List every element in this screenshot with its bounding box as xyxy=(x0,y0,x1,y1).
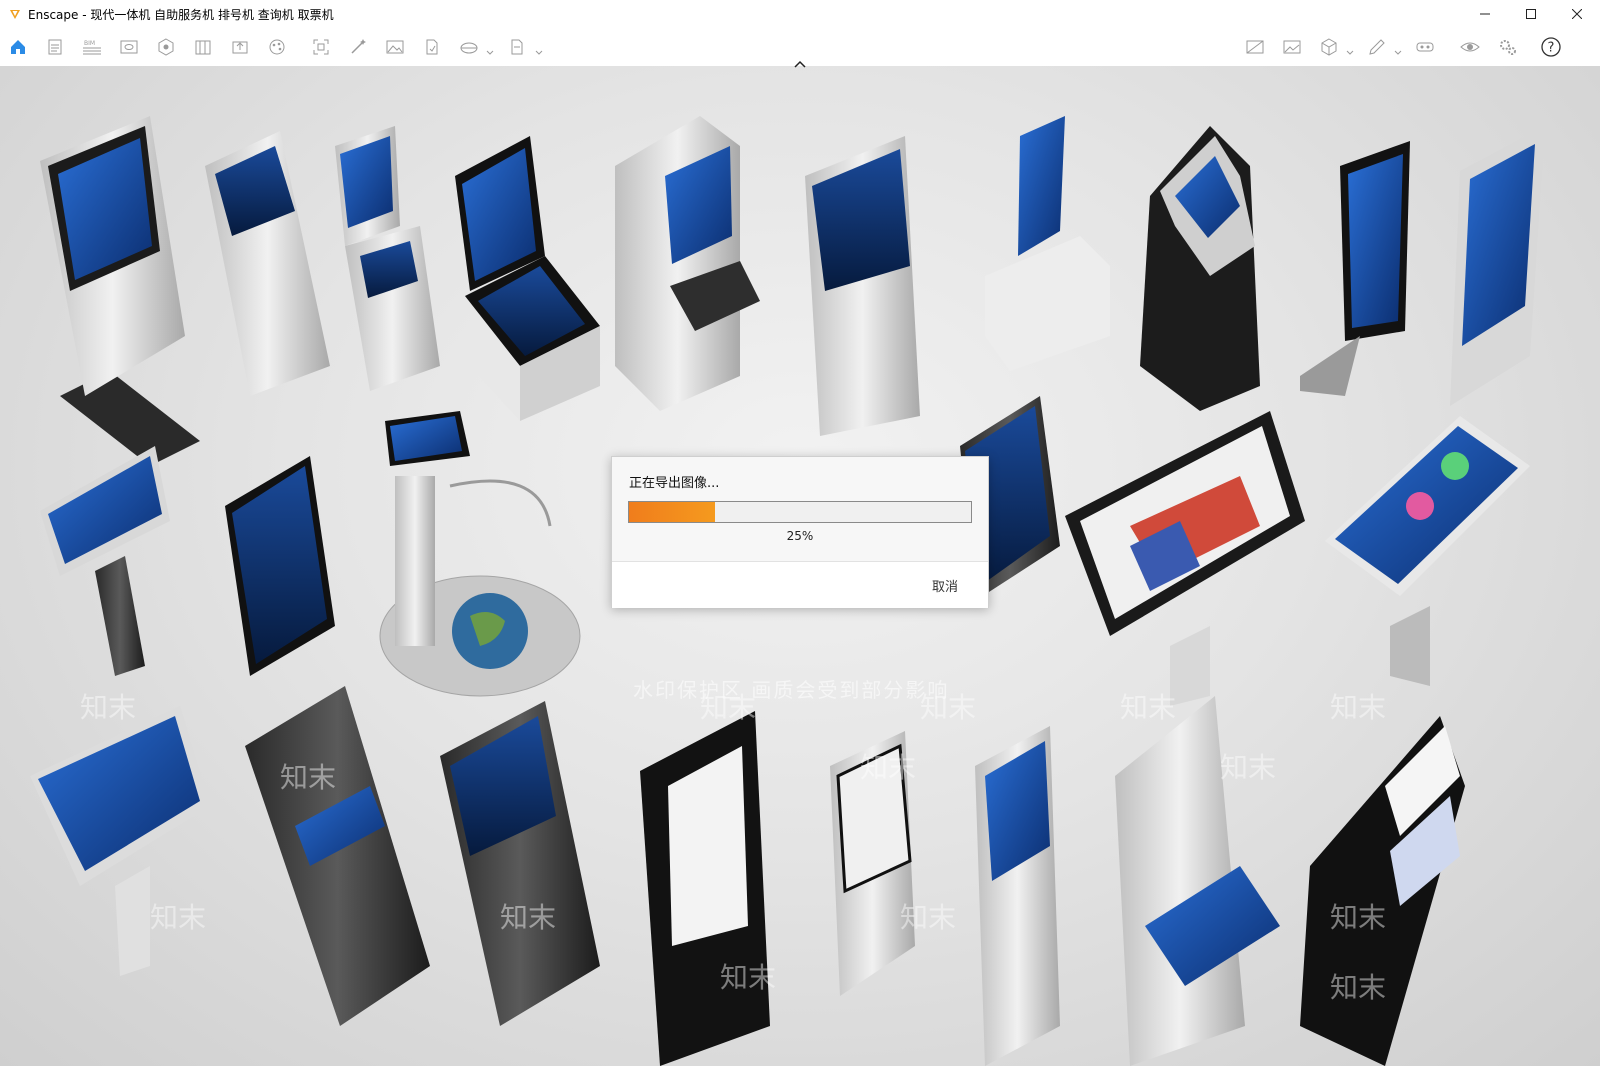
close-icon xyxy=(1572,9,1582,19)
watermark-logo: 知末 xyxy=(150,901,207,934)
kiosk-22 xyxy=(975,726,1060,1066)
document-export-icon[interactable] xyxy=(422,37,442,57)
kiosk-15 xyxy=(1065,411,1305,706)
chevron-down-icon[interactable] xyxy=(1346,42,1354,55)
kiosk-16 xyxy=(1325,416,1530,686)
view-icon[interactable] xyxy=(119,37,139,57)
library-icon[interactable] xyxy=(193,37,213,57)
title-bar: Enscape - 现代一体机 自助服务机 排号机 查询机 取票机 xyxy=(0,0,1600,28)
document-icon[interactable] xyxy=(45,37,65,57)
watermark-logo: 知末 xyxy=(1330,971,1387,1004)
watermark-logo: 知末 xyxy=(500,901,557,934)
watermark-logo: 知末 xyxy=(1120,691,1177,724)
kiosk-3 xyxy=(335,126,440,391)
cancel-button[interactable]: 取消 xyxy=(932,576,958,595)
progress-fill xyxy=(629,502,715,522)
svg-text:BIM: BIM xyxy=(84,40,95,47)
kiosk-1 xyxy=(40,116,200,466)
minimize-button[interactable] xyxy=(1462,0,1508,28)
enscape-logo-icon xyxy=(8,7,22,21)
window-title: Enscape - 现代一体机 自助服务机 排号机 查询机 取票机 xyxy=(28,7,334,22)
gallery-icon[interactable] xyxy=(1282,37,1302,57)
watermark-logo: 知末 xyxy=(860,751,917,784)
cube-icon[interactable] xyxy=(1319,37,1339,57)
kiosk-12 xyxy=(225,456,335,676)
dialog-title: 正在导出图像... xyxy=(629,476,720,491)
upload-icon[interactable] xyxy=(230,37,250,57)
kiosk-18 xyxy=(245,686,430,1026)
minimize-icon xyxy=(1480,13,1490,15)
export-progress-dialog: 正在导出图像... 25% 取消 xyxy=(611,456,989,608)
vr-headset-icon[interactable] xyxy=(1415,37,1435,57)
close-button[interactable] xyxy=(1554,0,1600,28)
watermark-text: 水印保护区 画质会受到部分影响 xyxy=(633,678,950,702)
eye-icon[interactable] xyxy=(1460,37,1480,57)
image-compare-icon[interactable] xyxy=(1245,37,1265,57)
kiosk-20 xyxy=(640,711,770,1066)
capture-icon[interactable] xyxy=(311,37,331,57)
batch-render-icon[interactable] xyxy=(507,37,527,57)
kiosk-9 xyxy=(1300,141,1410,396)
sketch-icon[interactable] xyxy=(1367,37,1387,57)
panorama-icon[interactable] xyxy=(459,37,479,57)
image-icon[interactable] xyxy=(385,37,405,57)
chevron-down-icon[interactable] xyxy=(535,42,543,55)
kiosk-2 xyxy=(205,131,330,396)
kiosk-4 xyxy=(455,136,600,421)
watermark-logo: 知末 xyxy=(80,691,137,724)
kiosk-24 xyxy=(1300,716,1465,1066)
asset-icon[interactable] xyxy=(156,37,176,57)
help-icon[interactable]: ? xyxy=(1541,37,1561,57)
kiosk-8 xyxy=(1140,126,1260,411)
kiosk-13 xyxy=(379,411,581,697)
collapse-toolbar-chevron-icon[interactable] xyxy=(792,54,808,68)
watermark-logo: 知末 xyxy=(280,761,337,794)
chevron-down-icon[interactable] xyxy=(486,42,494,55)
palette-icon[interactable] xyxy=(267,37,287,57)
kiosk-5 xyxy=(615,116,760,411)
watermark-logo: 知末 xyxy=(1220,751,1277,784)
watermark-logo: 知末 xyxy=(700,691,757,724)
watermark-logo: 知末 xyxy=(720,961,777,994)
watermark-logo: 知末 xyxy=(900,901,957,934)
kiosk-11 xyxy=(40,446,170,676)
window-controls xyxy=(1462,0,1600,28)
progress-percent-label: 25% xyxy=(786,529,814,543)
svg-text:?: ? xyxy=(1548,41,1555,56)
maximize-icon xyxy=(1526,9,1536,19)
watermark-logo: 知末 xyxy=(920,691,977,724)
magic-icon[interactable] xyxy=(348,37,368,57)
maximize-button[interactable] xyxy=(1508,0,1554,28)
kiosk-19 xyxy=(440,701,600,1026)
settings-icon[interactable] xyxy=(1497,37,1517,57)
kiosk-6 xyxy=(805,136,920,436)
kiosk-10 xyxy=(1450,126,1545,406)
dialog-footer: 取消 xyxy=(612,561,988,608)
export-progress-bar xyxy=(628,501,972,523)
watermark-logo: 知末 xyxy=(1330,691,1387,724)
bim-icon[interactable]: BIM xyxy=(82,37,102,57)
chevron-down-icon[interactable] xyxy=(1394,42,1402,55)
watermark-logo: 知末 xyxy=(1330,901,1387,934)
home-icon[interactable] xyxy=(8,37,28,57)
kiosk-7 xyxy=(985,116,1110,371)
